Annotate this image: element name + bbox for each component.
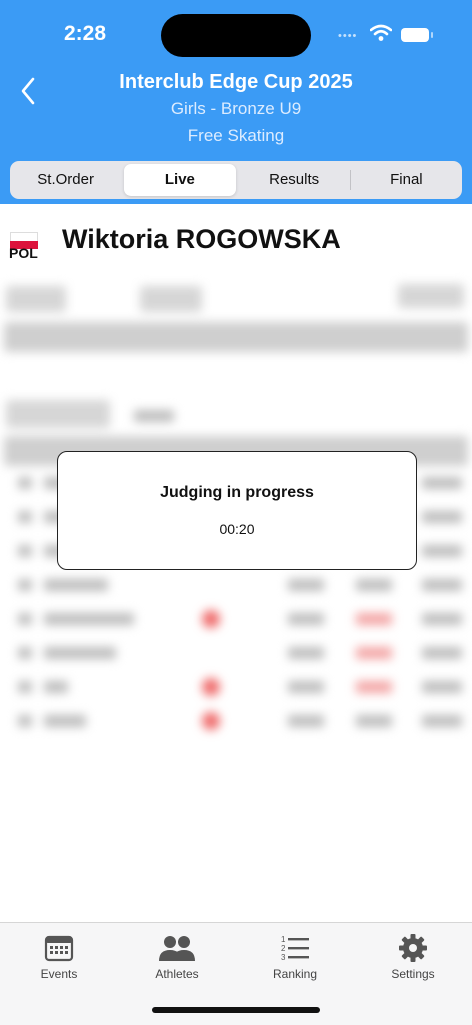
status-time: 2:28	[64, 22, 107, 45]
tab-final[interactable]: Final	[351, 164, 462, 196]
svg-text:2: 2	[281, 944, 286, 953]
svg-text:3: 3	[281, 953, 286, 962]
ranking-list-icon: 1 2 3	[281, 935, 309, 962]
tab-live[interactable]: Live	[124, 164, 236, 196]
battery-icon	[401, 28, 433, 42]
tabbar-events-label: Events	[40, 967, 78, 981]
dynamic-island	[161, 14, 311, 57]
judging-title: Judging in progress	[160, 484, 314, 501]
judging-dialog: Judging in progress 00:20	[57, 451, 417, 570]
judging-timer: 00:20	[219, 521, 255, 537]
tab-st-order[interactable]: St.Order	[10, 164, 121, 196]
country-code: POL	[9, 245, 38, 261]
athlete-name: Wiktoria ROGOWSKA	[62, 224, 341, 254]
tabbar-athletes[interactable]: Athletes	[118, 923, 236, 993]
home-indicator	[152, 1007, 320, 1013]
category-label: Girls - Bronze U9	[170, 99, 302, 118]
segment-label: Free Skating	[187, 126, 285, 145]
tabbar-settings[interactable]: Settings	[354, 923, 472, 993]
header: 2:28 •••• Interclub Edge Cup 2025 Girls …	[0, 0, 472, 204]
tabbar-ranking[interactable]: 1 2 3 Ranking	[236, 923, 354, 993]
svg-text:1: 1	[281, 935, 286, 944]
signal-icon: ••••	[338, 30, 358, 42]
tabbar-events[interactable]: Events	[0, 923, 118, 993]
wifi-icon	[370, 24, 392, 41]
tabbar-ranking-label: Ranking	[272, 967, 318, 981]
calendar-icon	[44, 935, 74, 962]
tabbar-athletes-label: Athletes	[155, 967, 199, 981]
tab-results[interactable]: Results	[239, 164, 350, 196]
event-title: Interclub Edge Cup 2025	[119, 71, 353, 93]
gear-icon	[399, 934, 427, 962]
people-icon	[159, 936, 195, 961]
tabbar-settings-label: Settings	[391, 967, 435, 981]
segmented-control: St.Order Live Results Final	[10, 161, 462, 199]
